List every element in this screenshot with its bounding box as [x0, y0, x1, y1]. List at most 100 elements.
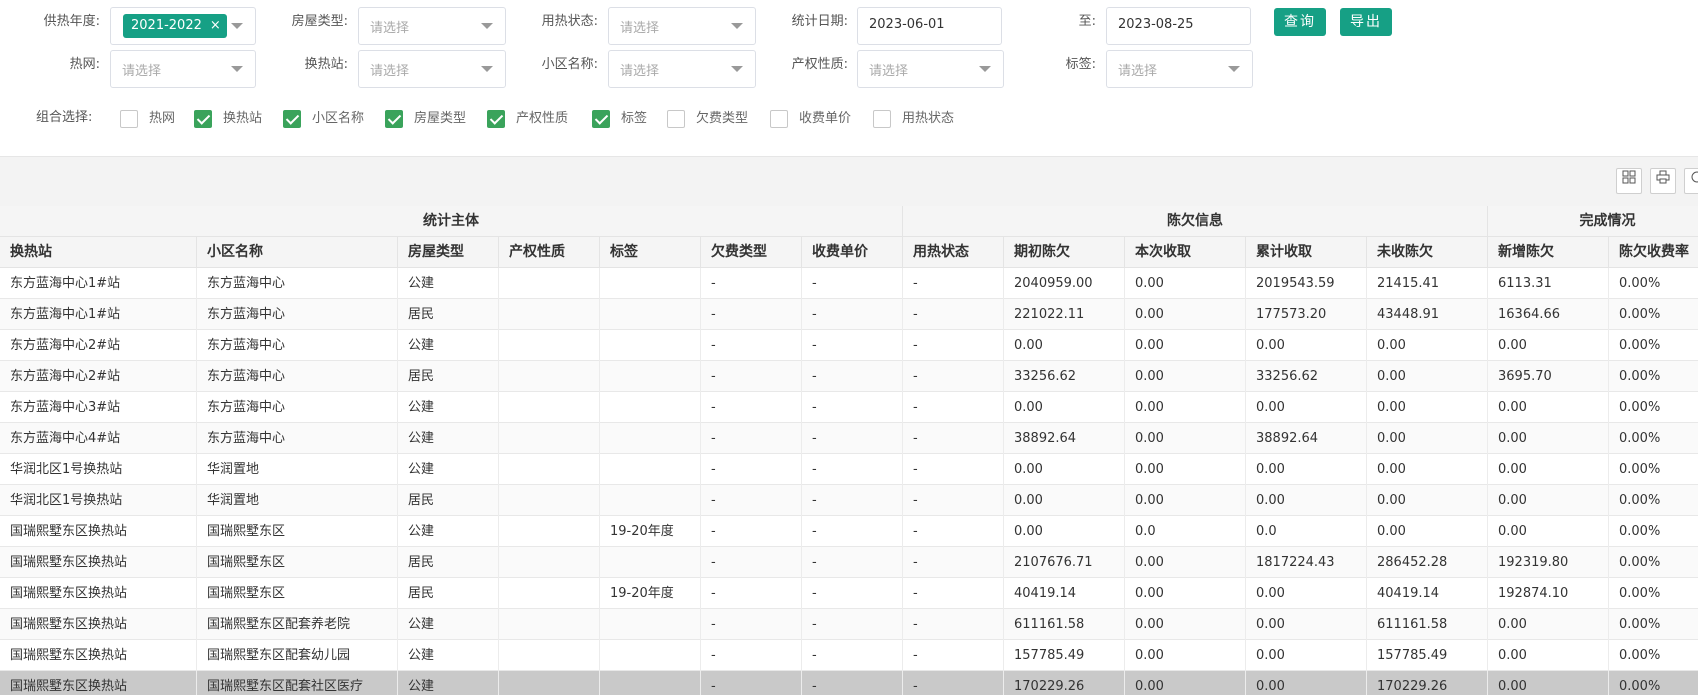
combo-checkbox-5[interactable] [592, 110, 610, 128]
table-cell: 公建 [398, 423, 499, 454]
date-to-input[interactable]: 2023-08-25 [1106, 7, 1251, 45]
table-cell: 40419.14 [1004, 578, 1125, 609]
year-label: 供热年度: [43, 14, 100, 29]
column-header[interactable]: 期初陈欠 [1004, 237, 1125, 268]
column-header[interactable]: 欠费类型 [701, 237, 802, 268]
table-cell: 0.00 [1004, 516, 1125, 547]
table-cell: 2107676.71 [1004, 547, 1125, 578]
combo-option-label[interactable]: 小区名称 [312, 109, 364, 129]
table-cell: 东方蓝海中心 [197, 423, 398, 454]
table-cell: - [903, 361, 1004, 392]
combo-checkbox-1[interactable] [194, 110, 212, 128]
year-select[interactable]: 2021-2022 × [110, 7, 256, 45]
table-cell: - [903, 516, 1004, 547]
network-select[interactable]: 请选择 [110, 50, 256, 88]
combo-option-label[interactable]: 房屋类型 [414, 109, 466, 129]
table-row[interactable]: 东方蓝海中心2#站 东方蓝海中心 居民 - - -33256.62 0.00 33256.62… [0, 361, 1698, 392]
table-row[interactable]: 东方蓝海中心3#站 东方蓝海中心 公建 - - -0.00 0.00 0.00 0.00 0.00… [0, 392, 1698, 423]
column-header[interactable]: 用热状态 [903, 237, 1004, 268]
property-select[interactable]: 请选择 [857, 50, 1004, 88]
close-icon[interactable]: × [210, 18, 221, 33]
column-header[interactable]: 收费单价 [802, 237, 903, 268]
table-cell: - [701, 640, 802, 671]
table-row[interactable]: 东方蓝海中心2#站 东方蓝海中心 公建 - - -0.00 0.00 0.00 0.00 0.00… [0, 330, 1698, 361]
table-row[interactable]: 华润北区1号换热站 华润置地 居民 - - -0.00 0.00 0.00 0.00 0.00 0.… [0, 485, 1698, 516]
table-cell: - [802, 485, 903, 516]
column-header[interactable]: 产权性质 [499, 237, 600, 268]
column-header[interactable]: 陈欠收费率 [1609, 237, 1698, 268]
table-cell: 东方蓝海中心 [197, 268, 398, 299]
combo-option-label[interactable]: 欠费类型 [696, 109, 748, 129]
combo-option-label[interactable]: 热网 [149, 109, 175, 129]
table-cell: - [903, 671, 1004, 695]
table-cell: 0.0 [1246, 516, 1367, 547]
combo-checkbox-7[interactable] [770, 110, 788, 128]
table-cell [600, 609, 701, 640]
print-icon[interactable] [1650, 168, 1676, 194]
column-header[interactable]: 新增陈欠 [1488, 237, 1609, 268]
table-cell: 0.00 [1488, 640, 1609, 671]
table-cell: - [701, 516, 802, 547]
table-cell: 0.00 [1246, 454, 1367, 485]
table-cell [600, 485, 701, 516]
table-row[interactable]: 东方蓝海中心4#站 东方蓝海中心 公建 - - -38892.64 0.00 38892.64… [0, 423, 1698, 454]
date-from-input[interactable]: 2023-06-01 [857, 7, 1002, 45]
combo-option-label[interactable]: 产权性质 [516, 109, 568, 129]
table-row[interactable]: 国瑞熙墅东区换热站 国瑞熙墅东区配套养老院 公建 - - -611161.58 0.00 0.… [0, 609, 1698, 640]
table-cell: - [701, 299, 802, 330]
table-cell [499, 454, 600, 485]
combo-checkbox-0[interactable] [120, 110, 138, 128]
table-row[interactable]: 国瑞熙墅东区换热站 国瑞熙墅东区配套幼儿园 公建 - - -157785.49 0.00 0.… [0, 640, 1698, 671]
column-header[interactable]: 房屋类型 [398, 237, 499, 268]
station-select[interactable]: 请选择 [358, 50, 506, 88]
heat-status-label: 用热状态: [541, 14, 598, 29]
table-cell: 611161.58 [1004, 609, 1125, 640]
table-row[interactable]: 国瑞熙墅东区换热站 国瑞熙墅东区 居民 - - -2107676.71 0.00 181722… [0, 547, 1698, 578]
query-button[interactable]: 查询 [1274, 8, 1326, 36]
table-row[interactable]: 国瑞熙墅东区换热站 国瑞熙墅东区 公建 19-20年度 - - -0.00 0.0 0.0 0.0… [0, 516, 1698, 547]
table-cell [600, 547, 701, 578]
group-header-arrears: 陈欠信息 [903, 206, 1488, 237]
combo-option-label[interactable]: 收费单价 [799, 109, 851, 129]
table-cell: 0.00 [1125, 330, 1246, 361]
year-tag[interactable]: 2021-2022 × [123, 14, 227, 38]
column-header[interactable]: 标签 [600, 237, 701, 268]
community-select[interactable]: 请选择 [608, 50, 756, 88]
table-cell: 公建 [398, 268, 499, 299]
export-icon[interactable] [1684, 168, 1698, 194]
table-row[interactable]: 国瑞熙墅东区换热站 国瑞熙墅东区配套社区医疗 公建 - - -170229.26 0.00 0… [0, 671, 1698, 695]
table-row[interactable]: 华润北区1号换热站 华润置地 公建 - - -0.00 0.00 0.00 0.00 0.00 0.… [0, 454, 1698, 485]
chevron-down-icon [1228, 66, 1240, 72]
heat-status-select[interactable]: 请选择 [608, 7, 756, 45]
tag-select[interactable]: 请选择 [1106, 50, 1253, 88]
combo-checkbox-6[interactable] [667, 110, 685, 128]
table-cell: 国瑞熙墅东区 [197, 516, 398, 547]
house-type-select[interactable]: 请选择 [358, 7, 506, 45]
table-cell: - [701, 609, 802, 640]
column-header[interactable]: 小区名称 [197, 237, 398, 268]
column-header[interactable]: 未收陈欠 [1367, 237, 1488, 268]
combo-option-label[interactable]: 标签 [621, 109, 647, 129]
table-row[interactable]: 东方蓝海中心1#站 东方蓝海中心 居民 - - -221022.11 0.00 177573.… [0, 299, 1698, 330]
table-cell: 38892.64 [1004, 423, 1125, 454]
column-header[interactable]: 换热站 [0, 237, 197, 268]
combo-option-label[interactable]: 用热状态 [902, 109, 954, 129]
combo-checkbox-2[interactable] [283, 110, 301, 128]
combo-checkbox-8[interactable] [873, 110, 891, 128]
column-header[interactable]: 累计收取 [1246, 237, 1367, 268]
export-button[interactable]: 导出 [1340, 8, 1392, 36]
table-row[interactable]: 东方蓝海中心1#站 东方蓝海中心 公建 - - -2040959.00 0.00 201954… [0, 268, 1698, 299]
column-header[interactable]: 本次收取 [1125, 237, 1246, 268]
table-cell: - [802, 423, 903, 454]
table-cell: 0.00 [1488, 330, 1609, 361]
table-cell [499, 392, 600, 423]
combo-checkbox-3[interactable] [385, 110, 403, 128]
table-cell [499, 578, 600, 609]
combo-option-label[interactable]: 换热站 [223, 109, 262, 129]
table-row[interactable]: 国瑞熙墅东区换热站 国瑞熙墅东区 居民 19-20年度 - - -40419.14 0.00 0… [0, 578, 1698, 609]
table-cell: 38892.64 [1246, 423, 1367, 454]
table-cell: - [903, 299, 1004, 330]
combo-checkbox-4[interactable] [487, 110, 505, 128]
grid-columns-icon[interactable] [1616, 168, 1642, 194]
table-cell: 公建 [398, 516, 499, 547]
